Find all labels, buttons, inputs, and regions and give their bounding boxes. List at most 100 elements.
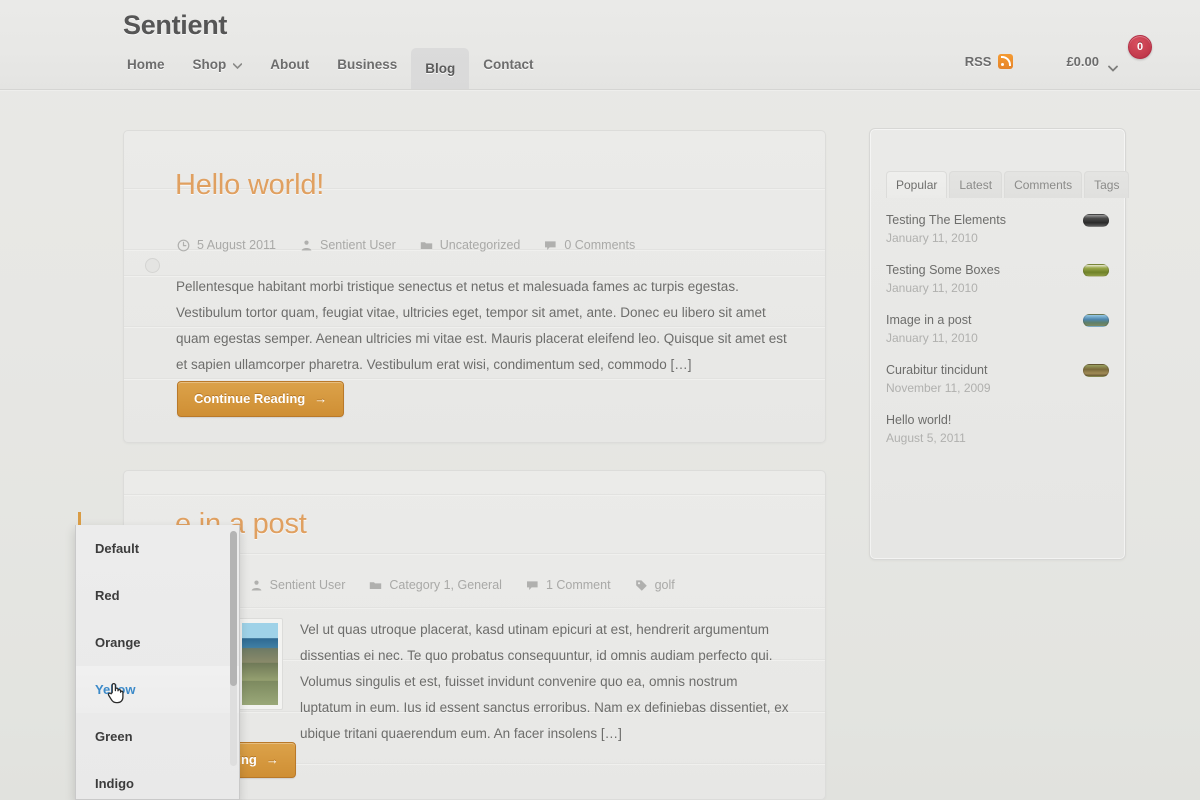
dropdown-item-label: Yellow <box>95 682 136 697</box>
nav-item-label: Business <box>337 57 398 72</box>
nav-item-shop[interactable]: Shop <box>179 48 257 82</box>
arrow-right-icon: → <box>314 391 328 406</box>
post-author-label: Sentient User <box>269 578 346 592</box>
nav-item-label: Shop <box>192 57 227 72</box>
nav-item-blog[interactable]: Blog <box>411 48 470 90</box>
list-item[interactable]: Testing Some Boxes January 11, 2010 <box>886 254 1109 304</box>
dropdown-item-label: Orange <box>95 635 141 650</box>
post-thumbnail-image <box>242 623 278 705</box>
chevron-down-icon <box>1108 60 1118 72</box>
post-thumbnail[interactable] <box>237 618 283 710</box>
sidebar-item-title: Curabitur tincidunt <box>886 363 988 377</box>
sidebar-item-date: January 11, 2010 <box>886 331 978 345</box>
dropdown-item-yellow[interactable]: Yellow <box>76 666 239 713</box>
rss-icon <box>998 54 1014 69</box>
nav-item-label: Blog <box>425 61 456 76</box>
arrow-right-icon: → <box>265 752 279 767</box>
rss-link[interactable]: RSS <box>965 54 1014 69</box>
dropdown-scrollbar[interactable] <box>230 531 237 766</box>
post-excerpt: Pellentesque habitant morbi tristique se… <box>176 274 790 378</box>
dropdown-item-orange[interactable]: Orange <box>76 619 239 666</box>
post-category[interactable]: Category 1, General <box>369 578 502 592</box>
list-item[interactable]: Image in a post January 11, 2010 <box>886 304 1109 354</box>
sidebar-item-title: Testing Some Boxes <box>886 263 1000 277</box>
dropdown-item-label: Red <box>95 588 120 603</box>
sidebar-widget: Popular Latest Comments Tags Testing The… <box>869 128 1130 560</box>
sidebar-tab-label: Tags <box>1094 178 1120 192</box>
post-comments-label: 0 Comments <box>564 238 636 252</box>
post-title[interactable]: e in a post <box>175 508 735 541</box>
sidebar-post-list: Testing The Elements January 11, 2010 Te… <box>886 204 1109 454</box>
theme-dropdown-menu: Default Red Orange Yellow Green Indigo <box>75 525 240 800</box>
post-meta: ary 2010 Sentient User Category 1, Gener… <box>177 578 675 592</box>
dropdown-item-label: Green <box>95 729 133 744</box>
folder-icon <box>420 239 433 252</box>
post-author[interactable]: Sentient User <box>250 578 346 592</box>
nav-item-label: Home <box>127 57 165 72</box>
cart-badge: 0 <box>1128 35 1152 59</box>
post-excerpt-text: Vel ut quas utroque placerat, kasd utina… <box>300 622 789 741</box>
list-item[interactable]: Testing The Elements January 11, 2010 <box>886 204 1109 254</box>
sidebar-tab-label: Latest <box>959 178 993 192</box>
nav-item-about[interactable]: About <box>256 48 323 82</box>
nav-item-business[interactable]: Business <box>323 48 411 82</box>
folder-icon <box>369 579 382 592</box>
sidebar-item-thumbnail <box>1083 214 1109 227</box>
post-tag[interactable]: golf <box>635 578 675 592</box>
dropdown-scrollbar-thumb[interactable] <box>230 531 237 686</box>
nav-item-contact[interactable]: Contact <box>469 48 547 82</box>
cart-widget[interactable]: £0.00 0 <box>1066 35 1152 72</box>
cart-total: £0.00 <box>1066 54 1099 69</box>
post-category-label: Uncategorized <box>439 238 521 252</box>
continue-reading-label: Continue Reading <box>194 391 306 406</box>
dropdown-item-label: Default <box>95 541 140 556</box>
post-author[interactable]: Sentient User <box>300 238 396 252</box>
dropdown-item-indigo[interactable]: Indigo <box>76 760 239 799</box>
post-bullet-marker <box>145 258 160 273</box>
sidebar-tab-label: Popular <box>896 178 938 192</box>
sidebar-tab-label: Comments <box>1014 178 1073 192</box>
post-comments-label: 1 Comment <box>545 578 611 592</box>
post-author-label: Sentient User <box>320 238 396 252</box>
comment-icon <box>544 239 557 252</box>
post-title[interactable]: Hello world! <box>175 169 735 202</box>
post-date: 5 August 2011 <box>177 238 276 252</box>
clock-icon <box>177 239 190 252</box>
dropdown-anchor-accent <box>78 512 81 525</box>
sidebar-tabs: Popular Latest Comments Tags <box>886 171 1130 198</box>
sidebar-item-date: November 11, 2009 <box>886 381 991 395</box>
post-excerpt-text: Pellentesque habitant morbi tristique se… <box>176 279 787 372</box>
sidebar-tab-latest[interactable]: Latest <box>949 171 1003 198</box>
user-icon <box>250 579 263 592</box>
post-meta: 5 August 2011 Sentient User Uncategorize… <box>177 238 635 252</box>
sidebar-item-thumbnail <box>1083 364 1109 377</box>
rss-label: RSS <box>964 54 992 69</box>
post-category[interactable]: Uncategorized <box>420 238 521 252</box>
post-comments[interactable]: 0 Comments <box>544 238 635 252</box>
dropdown-item-green[interactable]: Green <box>76 713 239 760</box>
continue-reading-button[interactable]: Continue Reading → <box>177 381 345 417</box>
sidebar-item-title: Testing The Elements <box>886 213 1006 227</box>
site-header: Sentient Home Shop About Business Blog C <box>0 0 1200 91</box>
sidebar-tab-tags[interactable]: Tags <box>1084 171 1130 198</box>
sidebar-tab-popular[interactable]: Popular <box>886 171 948 198</box>
header-utilities: RSS £0.00 0 <box>965 35 1152 72</box>
list-item[interactable]: Hello world! August 5, 2011 <box>886 404 1109 454</box>
sidebar-item-date: January 11, 2010 <box>886 281 978 295</box>
post-comments[interactable]: 1 Comment <box>526 578 611 592</box>
chevron-down-icon <box>233 62 243 69</box>
sidebar-item-title: Image in a post <box>886 313 972 327</box>
post-tag-label: golf <box>654 578 675 592</box>
nav-item-home[interactable]: Home <box>113 48 179 82</box>
sidebar-item-date: August 5, 2011 <box>886 431 966 445</box>
sidebar-item-thumbnail <box>1083 314 1109 327</box>
sidebar-tab-comments[interactable]: Comments <box>1004 171 1083 198</box>
site-title: Sentient <box>123 10 228 40</box>
list-item[interactable]: Curabitur tincidunt November 11, 2009 <box>886 354 1109 404</box>
user-icon <box>300 239 313 252</box>
sidebar-item-title: Hello world! <box>886 413 952 427</box>
sidebar-item-date: January 11, 2010 <box>886 231 978 245</box>
dropdown-item-default[interactable]: Default <box>76 525 239 572</box>
dropdown-item-red[interactable]: Red <box>76 572 239 619</box>
post-excerpt: Vel ut quas utroque placerat, kasd utina… <box>300 617 790 747</box>
